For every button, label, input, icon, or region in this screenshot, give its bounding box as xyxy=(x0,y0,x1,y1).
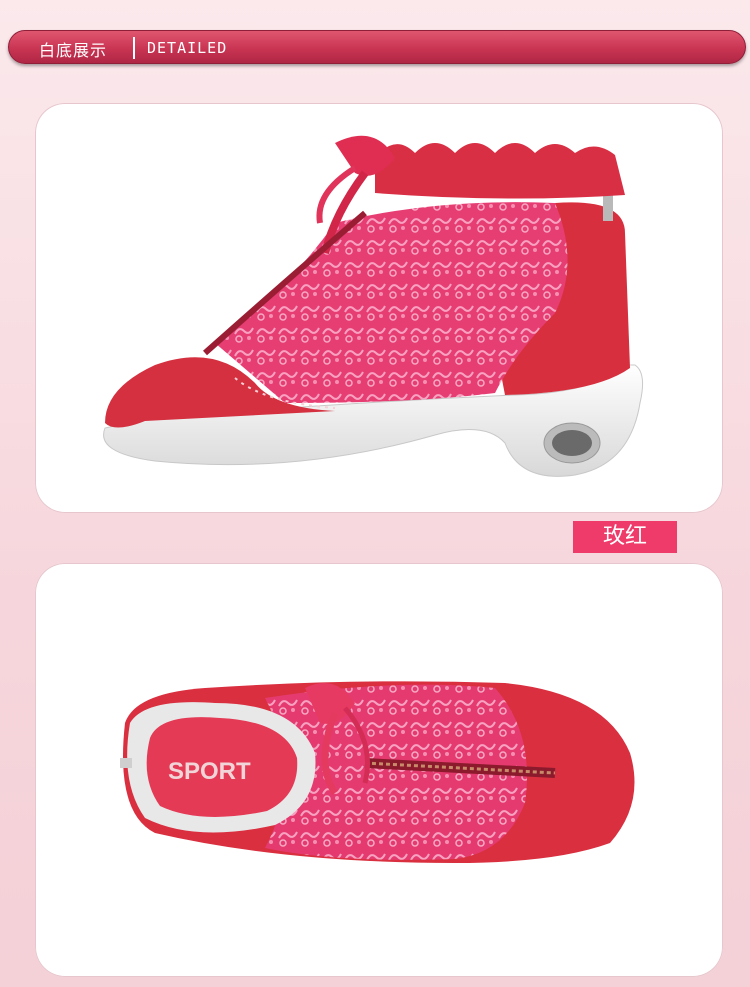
section-header-bar: 白底展示 DETAILED xyxy=(8,30,746,64)
product-image-side-panel xyxy=(35,103,723,513)
header-title-en: DETAILED xyxy=(147,39,228,57)
shoe-top-view-icon: SPORT xyxy=(120,681,635,863)
header-title-cn: 白底展示 xyxy=(39,41,108,60)
shoe-side-view-icon xyxy=(103,135,644,477)
header-divider xyxy=(133,37,135,59)
product-image-top-panel: SPORT xyxy=(35,563,723,977)
insole-brand-text: SPORT xyxy=(168,758,251,785)
color-label-tag: 玫红 xyxy=(573,521,677,553)
